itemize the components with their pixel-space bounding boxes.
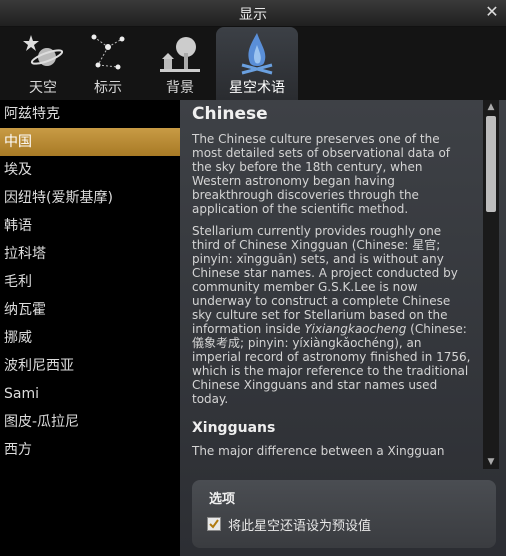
description-paragraph: The major difference between a Xingguan	[192, 444, 445, 458]
description-paragraph: The Chinese culture preserves one of the…	[192, 132, 451, 216]
description-content[interactable]: Chinese The Chinese culture preserves on…	[180, 100, 480, 470]
tab-starlore-label: 星空术语	[229, 80, 285, 96]
book-title: Yixiangkaocheng	[304, 322, 407, 336]
tab-sky-label: 天空	[29, 80, 57, 96]
title-bar: 显示 ✕	[0, 0, 506, 27]
list-item[interactable]: 纳瓦霍	[0, 296, 180, 324]
scrollbar-thumb[interactable]	[486, 116, 496, 212]
list-item[interactable]: Sami	[0, 380, 180, 408]
description-paragraph: Stellarium currently provides roughly on…	[192, 224, 472, 406]
culture-heading: Chinese	[192, 104, 268, 124]
tab-sky[interactable]: 天空	[8, 27, 78, 100]
tab-bar: 天空 标示 背景 星空术语	[0, 27, 506, 100]
scroll-down-icon[interactable]: ▼	[483, 455, 499, 469]
list-item[interactable]: 西方	[0, 436, 180, 464]
options-header: 选项	[209, 492, 236, 507]
description-panel: Chinese The Chinese culture preserves on…	[180, 100, 506, 556]
list-item[interactable]: 阿兹特克	[0, 100, 180, 128]
default-culture-checkbox[interactable]	[207, 517, 221, 531]
tab-landscape-label: 背景	[166, 80, 194, 96]
default-culture-label[interactable]: 将此星空还语设为预设值	[228, 515, 371, 534]
list-item[interactable]: 韩语	[0, 212, 180, 240]
tab-starlore[interactable]: 星空术语	[216, 27, 298, 100]
markings-icon	[91, 34, 125, 70]
list-item-selected[interactable]: 中国	[0, 128, 180, 156]
list-item[interactable]: 毛利	[0, 268, 180, 296]
list-item[interactable]: 埃及	[0, 156, 180, 184]
list-item[interactable]: 图皮-瓜拉尼	[0, 408, 180, 436]
vertical-scrollbar[interactable]: ▲ ▼	[483, 100, 499, 469]
paragraph-text: Stellarium currently provides roughly on…	[192, 224, 458, 336]
tab-markings[interactable]: 标示	[73, 27, 143, 100]
scroll-up-icon[interactable]: ▲	[483, 100, 499, 114]
list-item[interactable]: 拉科塔	[0, 240, 180, 268]
landscape-icon	[160, 37, 200, 72]
tab-landscape[interactable]: 背景	[145, 27, 215, 100]
tab-markings-label: 标示	[94, 80, 122, 96]
section-heading: Xingguans	[192, 420, 276, 436]
sky-culture-list: 阿兹特克 中国 埃及 因纽特(爱斯基摩) 韩语 拉科塔 毛利 纳瓦霍 挪威 波利…	[0, 100, 180, 556]
list-item[interactable]: 因纽特(爱斯基摩)	[0, 184, 180, 212]
sky-icon	[23, 35, 63, 66]
window-title: 显示	[239, 7, 267, 23]
starlore-icon	[241, 33, 273, 75]
list-item[interactable]: 挪威	[0, 324, 180, 352]
list-item[interactable]: 波利尼西亚	[0, 352, 180, 380]
options-group: 选项 将此星空还语设为预设值	[192, 480, 496, 548]
close-icon[interactable]: ✕	[483, 3, 501, 21]
checkmark-icon	[209, 519, 219, 529]
